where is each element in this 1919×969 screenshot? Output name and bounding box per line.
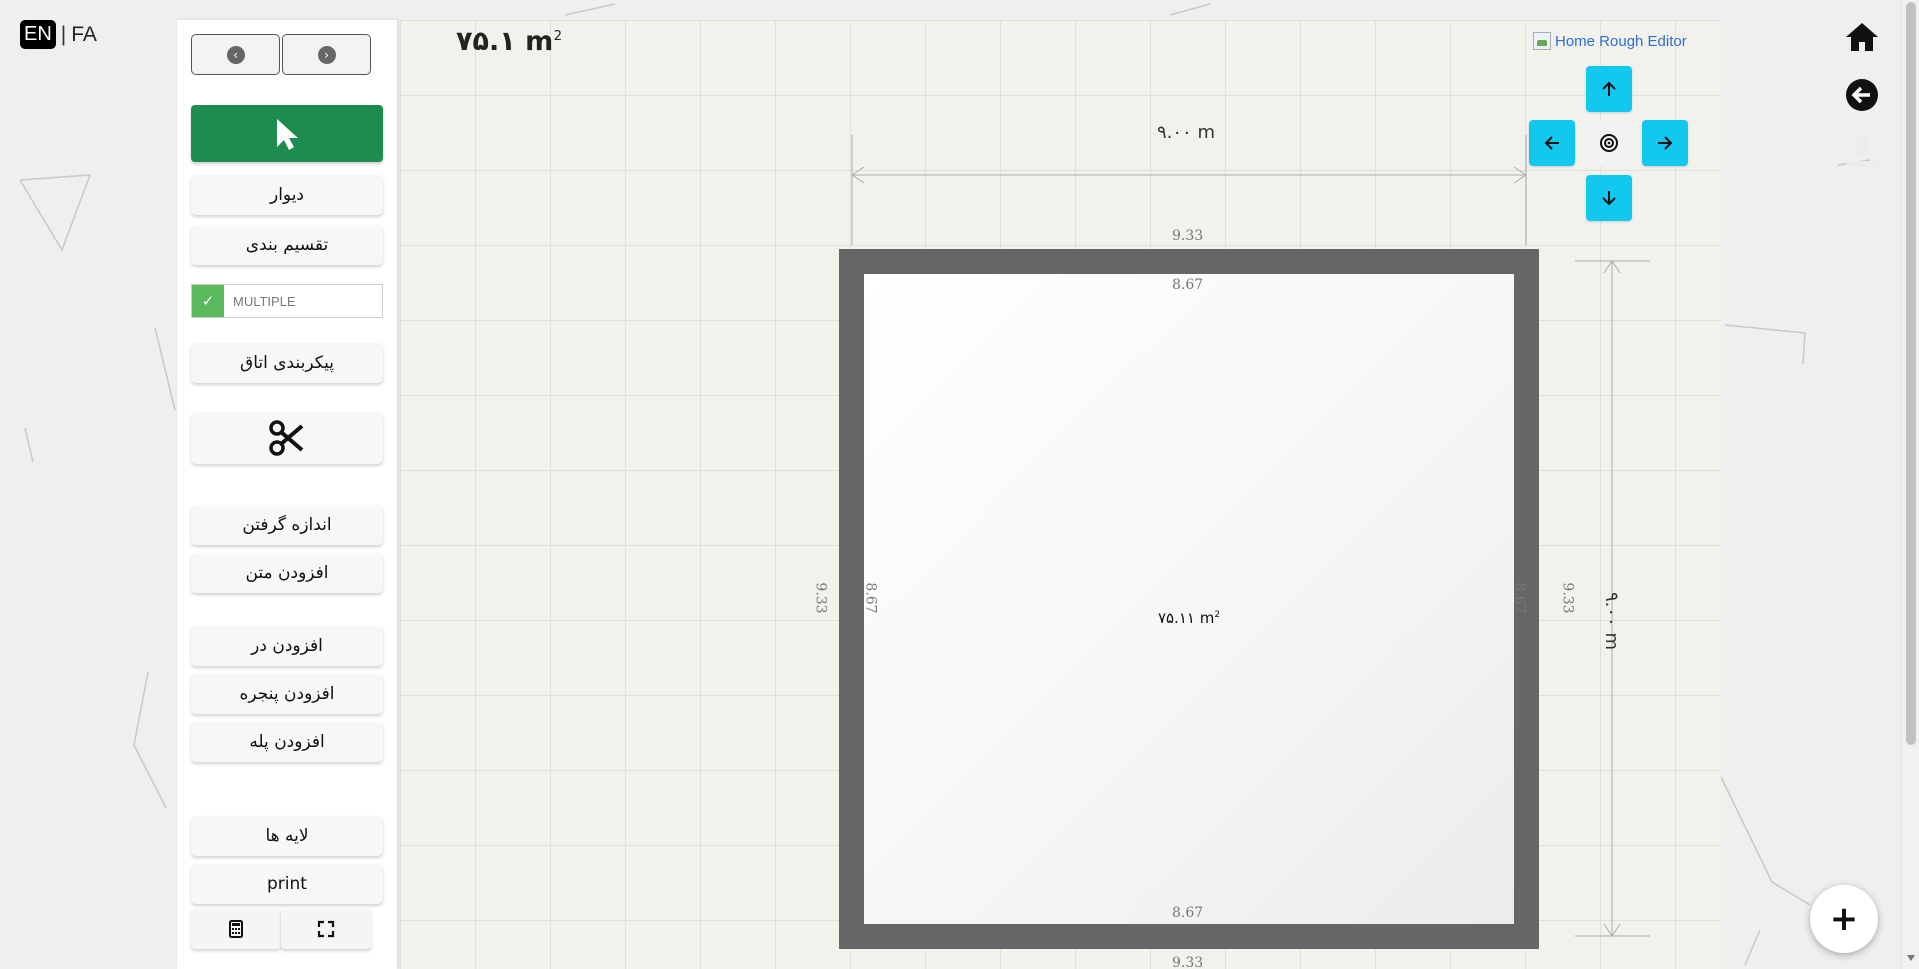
scrollbar-thumb[interactable] [1906,2,1916,745]
add-window-button[interactable]: افزودن پنجره [191,674,383,714]
multiple-toggle[interactable]: ✓ MULTIPLE [191,284,383,318]
circle-arrow-left-icon [1846,79,1878,111]
language-switch: EN | FA [20,20,97,49]
scissors-icon [269,420,304,456]
add-door-button[interactable]: افزودن در [191,626,383,666]
wall-inner-left-length: 8.67 [862,582,879,614]
fullscreen-icon [317,920,335,938]
add-stair-button[interactable]: افزودن پله [191,722,383,762]
partition-button[interactable]: تقسیم بندی [191,225,383,265]
undo-redo-row: ‹ › [191,34,371,75]
room-area: ۷۵.۱۱ m2 [864,609,1514,627]
wall-inner-top-length: 8.67 [1172,277,1204,293]
home-icon [1846,23,1878,51]
measure-button[interactable]: اندازه گرفتن [191,505,383,545]
arrow-left-icon [1544,136,1559,150]
undo-button[interactable]: ‹ [191,34,280,75]
tool-panel: ‹ › دیوار تقسیم بندی ✓ MULTIPLE پیکربندی… [177,20,397,969]
wall-inner-bottom-length: 8.67 [1172,905,1204,921]
dimension-right-label: ۹.۰۰ m [1601,592,1622,650]
room-walls[interactable]: ۷۵.۱۱ m2 [839,249,1539,949]
room-area-value: ۷۵.۱۱ m [1157,609,1215,627]
lang-separator: | [60,22,67,46]
scroll-down-arrow[interactable] [1907,955,1915,961]
multiple-label: MULTIPLE [233,293,296,309]
room-config-button[interactable]: پیکربندی اتاق [191,343,383,383]
lang-fa[interactable]: FA [71,23,97,47]
chevron-right-icon: › [317,45,336,64]
wall-outer-bottom-length: 9.33 [1172,955,1204,969]
wall-outer-left-length: 9.33 [812,582,829,614]
pan-right-button[interactable] [1642,120,1688,166]
broken-image-icon [1533,32,1551,50]
target-icon [1600,134,1618,152]
download-icon [1847,136,1877,166]
chevron-left-icon: ‹ [226,45,245,64]
layers-button[interactable]: لایه ها [191,816,383,856]
pan-down-button[interactable] [1586,175,1632,221]
home-button[interactable] [1843,18,1881,56]
lang-en[interactable]: EN [20,20,56,49]
add-floating-button[interactable]: + [1810,885,1878,953]
wall-outer-top-length: 9.33 [1172,228,1204,244]
vertical-scrollbar[interactable] [1901,0,1919,969]
pan-center-button[interactable] [1586,120,1632,166]
cursor-icon [277,118,298,150]
brand-link[interactable]: Home Rough Editor [1533,32,1687,50]
plus-icon: + [1829,899,1859,939]
select-tool-button[interactable] [191,105,383,162]
checkmark-icon: ✓ [192,285,224,317]
calculator-icon [229,920,243,938]
wall-button[interactable]: دیوار [191,175,383,215]
add-text-button[interactable]: افزودن متن [191,553,383,593]
room-floor[interactable]: ۷۵.۱۱ m2 [864,274,1514,924]
room-area-unit-sup: 2 [1214,610,1221,620]
pan-up-button[interactable] [1586,66,1632,112]
download-button[interactable] [1843,132,1881,170]
brand-text: Home Rough Editor [1555,32,1687,50]
arrow-down-icon [1602,191,1616,206]
fullscreen-button[interactable] [281,909,371,949]
cut-button[interactable] [191,412,383,464]
arrow-right-icon [1658,136,1673,150]
redo-button[interactable]: › [282,34,371,75]
dimension-top-label: ۹.۰۰ m [1157,122,1215,143]
wall-inner-right-length: 8.67 [1511,582,1528,614]
calculator-button[interactable] [191,909,281,949]
back-button[interactable] [1843,76,1881,114]
print-button[interactable]: print [191,864,383,904]
pan-left-button[interactable] [1529,120,1575,166]
arrow-up-icon [1602,81,1616,96]
drawing-canvas[interactable]: ۷۵.۱ m2 ۹.۰۰ m ۹.۰۰ m ۷۵.۱۱ m2 9.33 8.67… [400,20,1721,969]
wall-outer-right-length: 9.33 [1559,582,1576,614]
